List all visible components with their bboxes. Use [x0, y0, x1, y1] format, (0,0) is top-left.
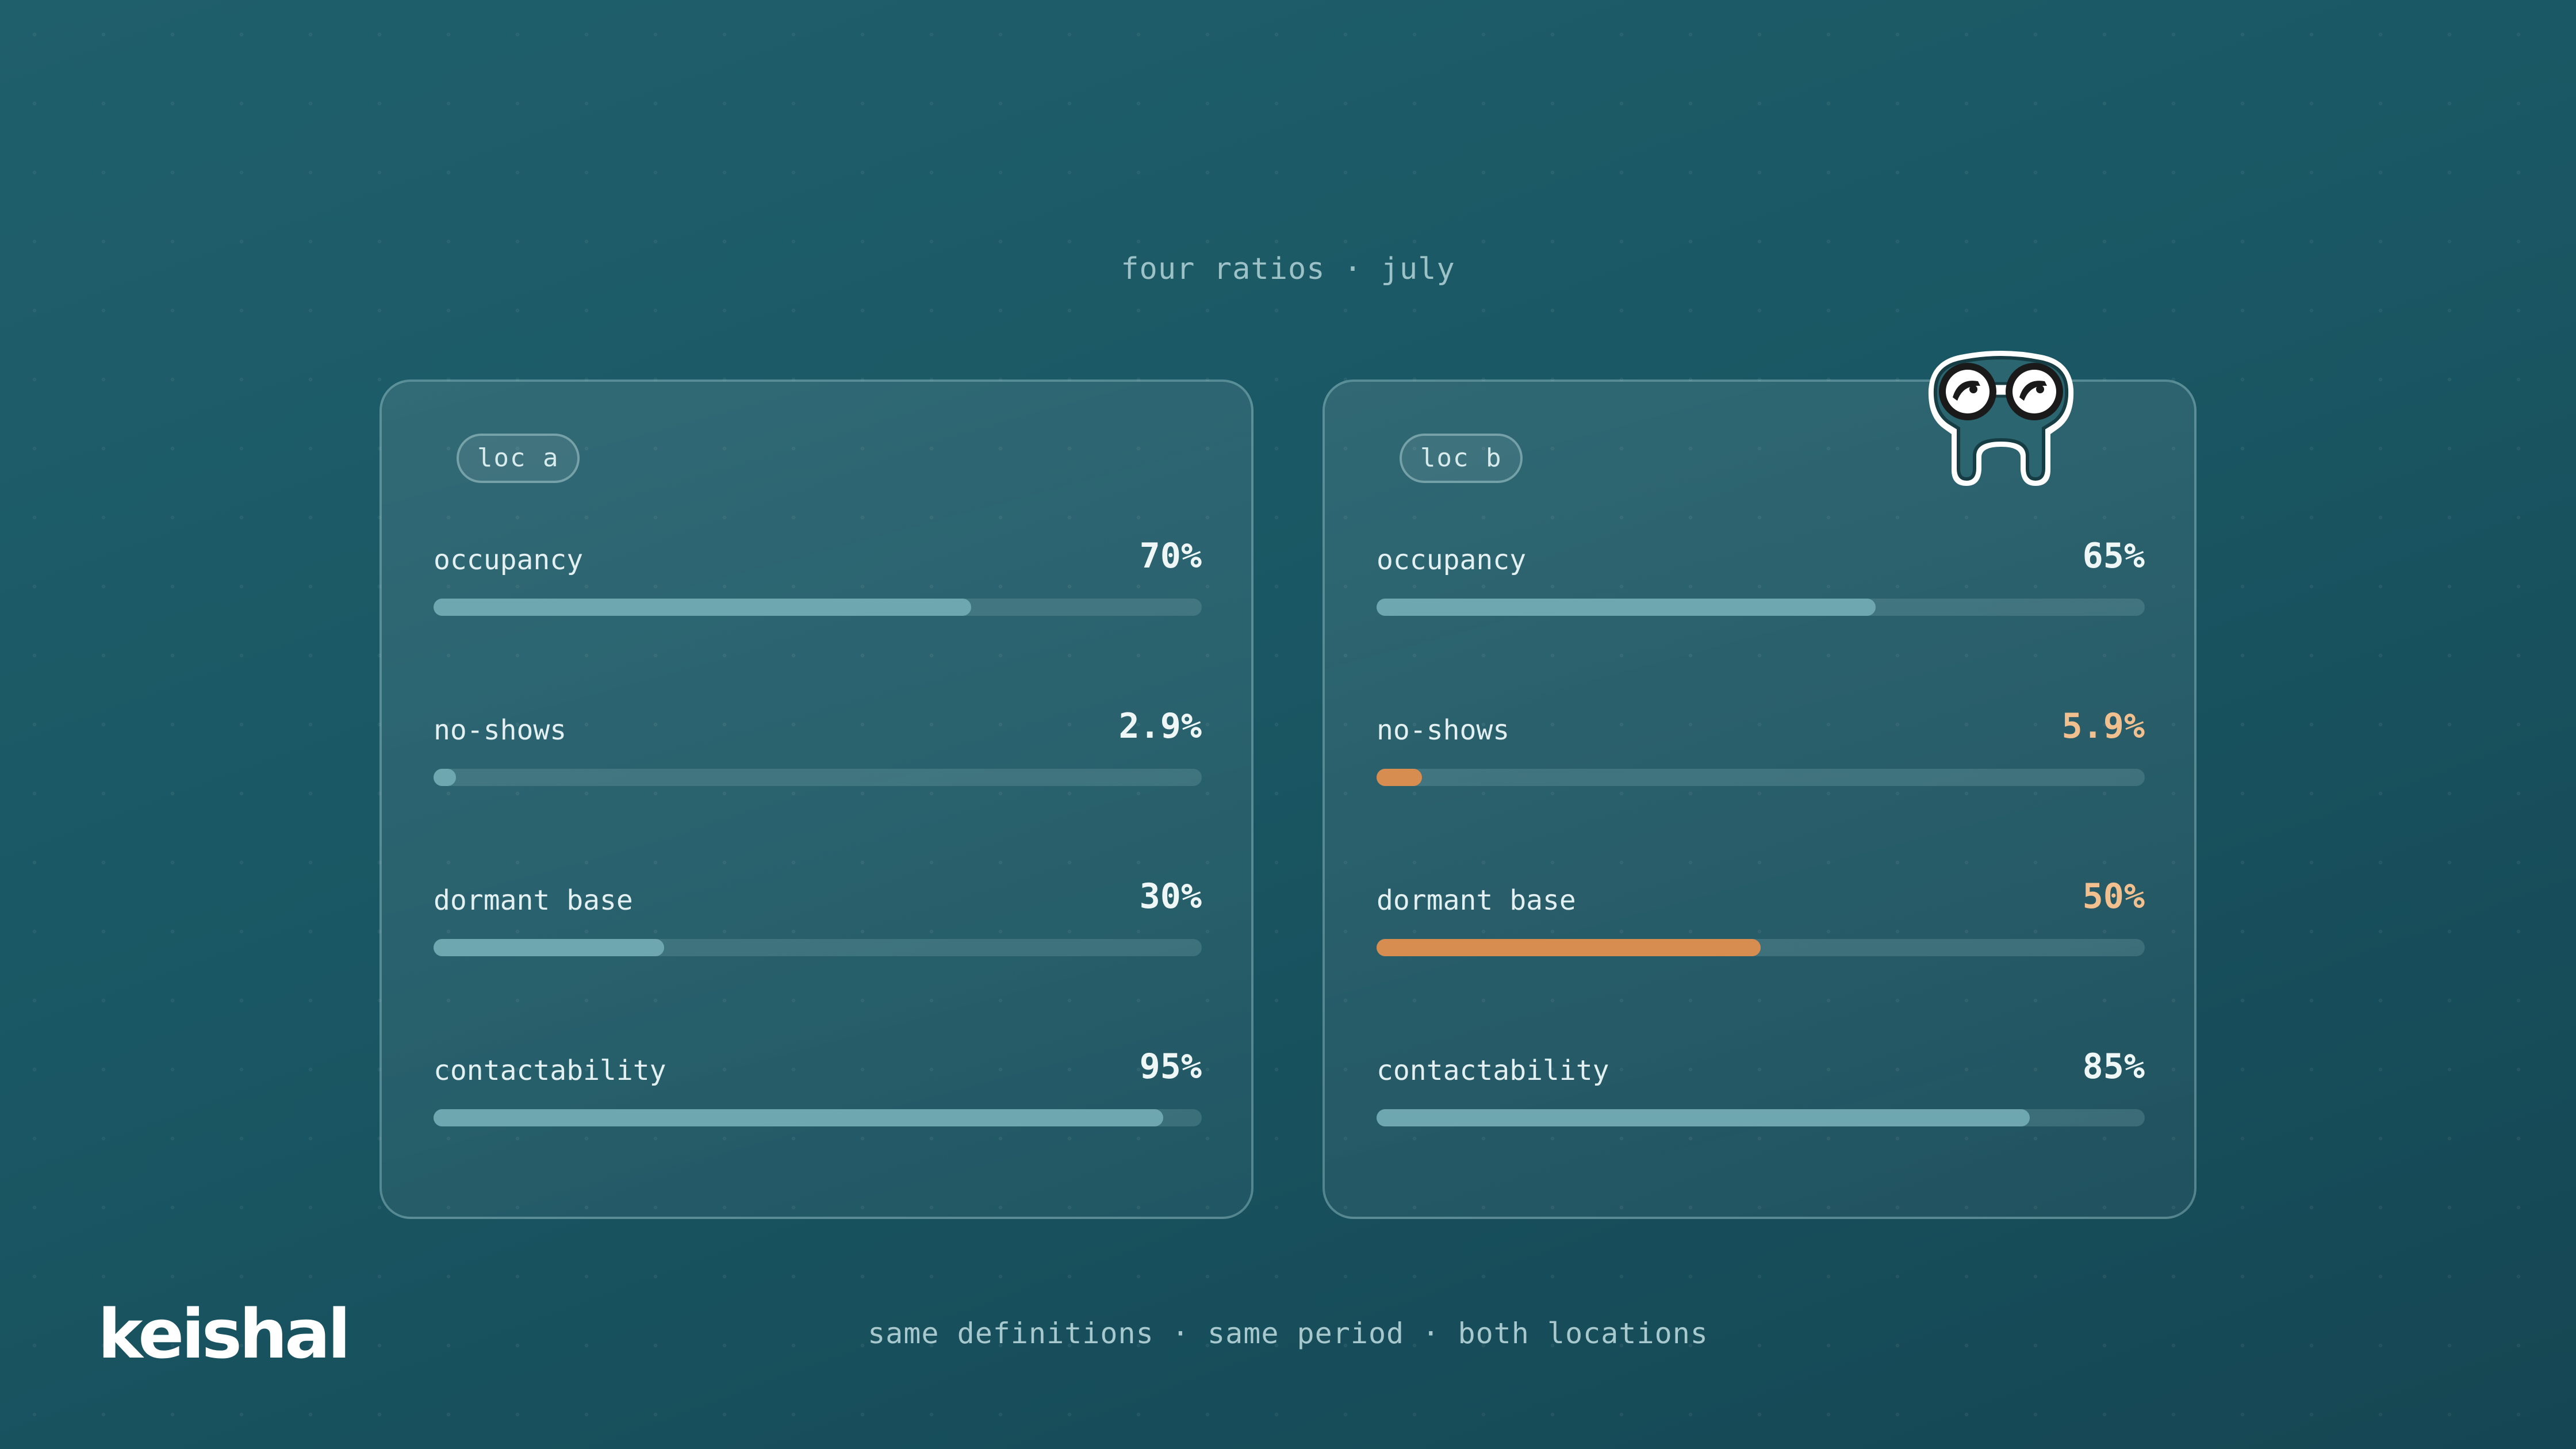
- progress-fill: [434, 769, 456, 786]
- metric-no-shows: no-shows 2.9%: [434, 706, 1202, 786]
- progress-track: [1377, 769, 2145, 786]
- location-card-a: loc a occupancy 70% no-shows 2.9% dorman…: [379, 379, 1254, 1219]
- metric-label: no-shows: [1377, 714, 1510, 746]
- progress-fill: [434, 1109, 1164, 1126]
- metric-label: contactability: [434, 1055, 666, 1087]
- progress-track: [434, 599, 1202, 616]
- progress-track: [1377, 939, 2145, 956]
- metric-occupancy: occupancy 70%: [434, 536, 1202, 616]
- metric-value: 30%: [1139, 876, 1202, 917]
- metric-value: 85%: [2082, 1046, 2145, 1087]
- metric-dormant-base: dormant base 50%: [1377, 876, 2145, 956]
- metric-value: 65%: [2082, 536, 2145, 576]
- metric-dormant-base: dormant base 30%: [434, 876, 1202, 956]
- metric-label: occupancy: [434, 544, 584, 576]
- progress-fill: [434, 599, 972, 616]
- footer-caption: same definitions · same period · both lo…: [868, 1317, 1708, 1350]
- metric-value: 5.9%: [2061, 706, 2145, 746]
- progress-track: [434, 939, 1202, 956]
- metric-label: no-shows: [434, 714, 567, 746]
- progress-fill: [434, 939, 664, 956]
- metric-value: 70%: [1139, 536, 1202, 576]
- progress-track: [1377, 1109, 2145, 1126]
- progress-track: [434, 769, 1202, 786]
- progress-fill: [1377, 1109, 2030, 1126]
- metric-label: contactability: [1377, 1055, 1609, 1087]
- progress-fill: [1377, 599, 1876, 616]
- metric-contactability: contactability 85%: [1377, 1046, 2145, 1126]
- metric-label: dormant base: [434, 884, 633, 917]
- binoculars-mascot-icon: [1928, 351, 2074, 486]
- metric-value: 50%: [2082, 876, 2145, 917]
- progress-track: [434, 1109, 1202, 1126]
- metric-no-shows: no-shows 5.9%: [1377, 706, 2145, 786]
- progress-fill: [1377, 769, 1422, 786]
- location-tag: loc a: [457, 434, 580, 483]
- progress-track: [1377, 599, 2145, 616]
- metric-occupancy: occupancy 65%: [1377, 536, 2145, 616]
- location-tag: loc b: [1400, 434, 1523, 483]
- metric-label: occupancy: [1377, 544, 1527, 576]
- metric-value: 95%: [1139, 1046, 1202, 1087]
- page-title: four ratios · july: [1121, 252, 1455, 286]
- metric-value: 2.9%: [1118, 706, 1202, 746]
- metric-contactability: contactability 95%: [434, 1046, 1202, 1126]
- progress-fill: [1377, 939, 1761, 956]
- location-card-b: loc b occupancy 65% no-shows 5.9% dorman…: [1322, 379, 2196, 1219]
- metric-label: dormant base: [1377, 884, 1576, 917]
